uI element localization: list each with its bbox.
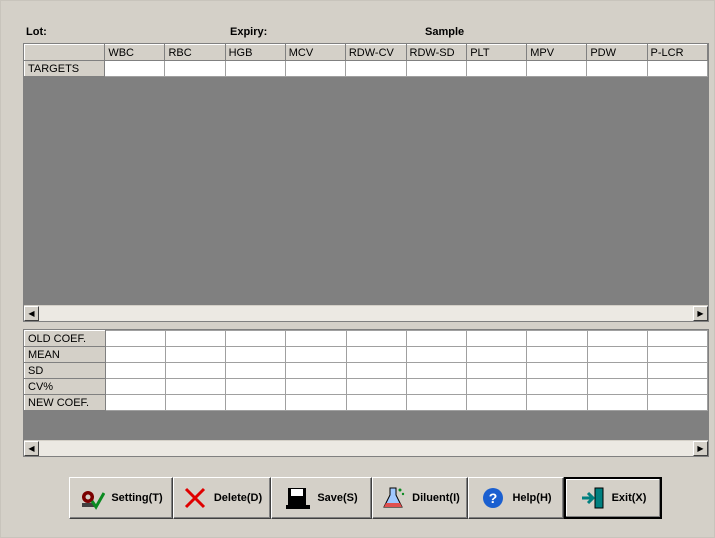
action-button-bar: Setting(T) Delete(D) Save(S) Diluent(I) … xyxy=(69,477,662,519)
help-button[interactable]: ? Help(H) xyxy=(468,477,564,519)
exit-button-label: Exit(X) xyxy=(611,492,647,504)
scroll-right-arrow-icon[interactable]: ▶ xyxy=(693,441,708,456)
svg-text:?: ? xyxy=(489,490,498,506)
calibration-window: Lot: Expiry: Sample WBC RBC HGB MCV RDW-… xyxy=(0,0,715,538)
table-row: CV% xyxy=(24,378,708,395)
target-cell-hgb[interactable] xyxy=(224,60,286,77)
targets-grid[interactable]: WBC RBC HGB MCV RDW-CV RDW-SD PLT MPV PD… xyxy=(23,43,709,322)
delete-button[interactable]: Delete(D) xyxy=(173,477,271,519)
target-cell-pdw[interactable] xyxy=(586,60,648,77)
corner-cell xyxy=(24,44,106,61)
diluent-button-label: Diluent(I) xyxy=(412,492,460,504)
help-button-label: Help(H) xyxy=(512,492,552,504)
scroll-left-arrow-icon[interactable]: ◀ xyxy=(24,306,39,321)
targets-table: WBC RBC HGB MCV RDW-CV RDW-SD PLT MPV PD… xyxy=(24,44,708,77)
lot-label: Lot: xyxy=(26,26,47,38)
column-header-hgb[interactable]: HGB xyxy=(224,44,286,61)
table-row: OLD COEF. xyxy=(24,330,708,347)
row-header-sd: SD xyxy=(24,362,106,379)
row-header-old-coef: OLD COEF. xyxy=(24,330,106,347)
exit-icon xyxy=(581,487,604,509)
targets-row: TARGETS xyxy=(24,60,708,77)
row-header-targets: TARGETS xyxy=(24,60,106,77)
column-header-plt[interactable]: PLT xyxy=(466,44,528,61)
setting-button[interactable]: Setting(T) xyxy=(69,477,173,519)
target-cell-plt[interactable] xyxy=(466,60,528,77)
save-button-label: Save(S) xyxy=(317,492,358,504)
column-header-wbc[interactable]: WBC xyxy=(104,44,166,61)
expiry-label: Expiry: xyxy=(230,26,268,38)
table-row: SD xyxy=(24,362,708,379)
target-cell-rbc[interactable] xyxy=(164,60,226,77)
target-cell-p-lcr[interactable] xyxy=(646,60,708,77)
scroll-right-arrow-icon[interactable]: ▶ xyxy=(693,306,708,321)
scroll-left-arrow-icon[interactable]: ◀ xyxy=(24,441,39,456)
table-row: MEAN xyxy=(24,346,708,363)
delete-icon xyxy=(184,487,205,509)
target-cell-mcv[interactable] xyxy=(284,60,346,77)
save-button[interactable]: Save(S) xyxy=(271,477,372,519)
setting-icon xyxy=(82,491,106,510)
setting-button-label: Setting(T) xyxy=(111,492,163,504)
header-row: WBC RBC HGB MCV RDW-CV RDW-SD PLT MPV PD… xyxy=(24,44,708,61)
save-icon xyxy=(286,488,311,509)
row-header-new-coef: NEW COEF. xyxy=(24,394,106,411)
column-header-p-lcr[interactable]: P-LCR xyxy=(646,44,708,61)
column-header-pdw[interactable]: PDW xyxy=(586,44,648,61)
target-cell-rdw-cv[interactable] xyxy=(344,60,407,77)
target-cell-rdw-sd[interactable] xyxy=(405,60,468,77)
delete-button-label: Delete(D) xyxy=(213,492,263,504)
column-header-rdw-cv[interactable]: RDW-CV xyxy=(344,44,407,61)
column-header-mcv[interactable]: MCV xyxy=(284,44,346,61)
column-header-rdw-sd[interactable]: RDW-SD xyxy=(405,44,468,61)
diluent-icon xyxy=(383,487,405,508)
help-icon: ? xyxy=(483,488,504,508)
coefficients-table: OLD COEF. MEAN SD CV% NEW COEF. xyxy=(24,330,708,411)
coefficients-grid[interactable]: OLD COEF. MEAN SD CV% NEW COEF. ◀ ▶ xyxy=(23,329,709,457)
bottom-horizontal-scrollbar[interactable]: ◀ ▶ xyxy=(24,440,708,456)
column-header-rbc[interactable]: RBC xyxy=(164,44,226,61)
diluent-button[interactable]: Diluent(I) xyxy=(372,477,468,519)
target-cell-wbc[interactable] xyxy=(104,60,166,77)
sample-label: Sample xyxy=(425,26,465,38)
top-horizontal-scrollbar[interactable]: ◀ ▶ xyxy=(24,305,708,321)
column-header-mpv[interactable]: MPV xyxy=(526,44,588,61)
table-row: NEW COEF. xyxy=(24,394,708,411)
exit-button[interactable]: Exit(X) xyxy=(564,477,662,519)
target-cell-mpv[interactable] xyxy=(526,60,588,77)
row-header-mean: MEAN xyxy=(24,346,106,363)
row-header-cv-percent: CV% xyxy=(24,378,106,395)
